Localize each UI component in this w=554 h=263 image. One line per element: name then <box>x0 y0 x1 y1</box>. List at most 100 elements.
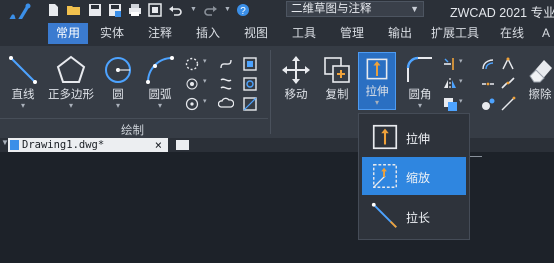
new-tab-icon[interactable] <box>176 140 189 150</box>
join-icon[interactable] <box>500 76 516 92</box>
chevron-down-icon[interactable]: ▾ <box>203 77 219 93</box>
chevron-down-icon[interactable]: ▾ <box>459 97 475 113</box>
chevron-down-icon[interactable]: ▾ <box>459 77 475 93</box>
tab-annotate[interactable]: 注释 <box>142 23 178 44</box>
chevron-down-icon[interactable]: ▾ <box>203 57 219 73</box>
drawing-canvas[interactable] <box>0 152 554 263</box>
arc-icon <box>146 56 174 84</box>
document-tab[interactable]: Drawing1.dwg* × <box>8 138 168 152</box>
copy-label: 复制 <box>325 89 349 101</box>
fillet-icon <box>406 56 432 82</box>
document-tab-bar: ▼ Drawing1.dwg* × <box>0 138 554 152</box>
open-icon[interactable] <box>66 3 82 17</box>
workspace-value: 二维草图与注释 <box>291 3 372 15</box>
explode-icon[interactable] <box>500 56 516 72</box>
scale-small-icon[interactable] <box>500 96 516 112</box>
chevron-down-icon: ▾ <box>20 101 25 110</box>
ellipse-icon[interactable] <box>184 56 200 72</box>
save-icon[interactable] <box>88 3 102 17</box>
redo-icon[interactable] <box>202 3 218 17</box>
scale-icon <box>373 164 397 188</box>
plot-preview-icon[interactable] <box>148 2 162 17</box>
copy-button[interactable]: 复制 <box>319 54 355 102</box>
new-icon[interactable] <box>46 3 60 17</box>
chevron-down-icon: ▼ <box>410 4 419 14</box>
region-icon[interactable] <box>242 96 258 112</box>
line-icon <box>9 56 37 84</box>
offset-icon[interactable] <box>480 56 496 72</box>
menu-item-scale[interactable]: 缩放 <box>362 157 466 195</box>
circle-icon <box>105 57 131 83</box>
circle-button[interactable]: 圆 ▾ <box>100 54 136 110</box>
spline-icon[interactable] <box>218 56 234 72</box>
copy-icon <box>324 57 350 83</box>
stretch-button[interactable]: 拉伸 ▾ <box>358 52 396 110</box>
chevron-down-icon: ▾ <box>374 98 379 107</box>
chevron-down-icon: ▾ <box>68 101 73 110</box>
polygon-label: 正多边形 <box>48 89 94 101</box>
tab-output[interactable]: 输出 <box>382 23 418 44</box>
draw-group-divider <box>0 118 268 119</box>
chevron-down-icon: ▾ <box>115 101 120 110</box>
dwg-file-icon <box>10 140 19 150</box>
boundary-icon[interactable] <box>242 76 258 92</box>
group-separator <box>270 50 271 134</box>
polygon-icon <box>56 55 86 83</box>
tab-home[interactable]: 常用 <box>48 23 88 44</box>
tab-extend-tools[interactable]: 扩展工具 <box>426 23 484 44</box>
menu-item-label: 拉伸 <box>406 132 431 146</box>
arc-label: 圆弧 <box>148 89 172 101</box>
stretch-dropdown-menu: 拉伸 缩放 拉长 <box>358 113 470 240</box>
menu-item-stretch[interactable]: 拉伸 <box>362 118 466 156</box>
help-icon[interactable]: ? <box>236 3 250 17</box>
rectangle-icon[interactable] <box>218 76 234 92</box>
fillet-label: 圆角 <box>408 89 432 101</box>
tab-solid[interactable]: 实体 <box>94 23 130 44</box>
erase-button[interactable]: 擦除 <box>526 54 554 102</box>
tab-insert[interactable]: 插入 <box>190 23 226 44</box>
stretch-label: 拉伸 <box>365 86 389 98</box>
line-button[interactable]: 直线 ▾ <box>4 54 42 110</box>
trim-icon[interactable] <box>442 56 458 72</box>
array-icon[interactable] <box>442 96 458 112</box>
revcloud-icon[interactable] <box>218 96 234 112</box>
chevron-down-icon[interactable]: ▾ <box>459 57 475 73</box>
workspace-select[interactable]: 二维草图与注释 ▼ <box>286 1 424 17</box>
quick-access-toolbar: ▼ ▼ ? <box>46 1 250 18</box>
tab-overflow[interactable]: A <box>538 23 554 44</box>
break-icon[interactable] <box>480 76 496 92</box>
close-icon[interactable]: × <box>155 138 162 152</box>
undo-dropdown-icon[interactable]: ▼ <box>190 3 197 17</box>
construction-line-icon[interactable] <box>184 96 200 112</box>
rotate-icon[interactable] <box>480 96 496 112</box>
stretch-icon <box>366 58 388 80</box>
tab-tools[interactable]: 工具 <box>286 23 322 44</box>
chevron-down-icon[interactable]: ▾ <box>203 97 219 113</box>
menu-item-label: 缩放 <box>406 171 431 185</box>
menu-item-label: 拉长 <box>406 211 431 225</box>
move-label: 移动 <box>284 89 308 101</box>
tab-online[interactable]: 在线 <box>494 23 530 44</box>
line-label: 直线 <box>11 89 35 101</box>
hatch-icon[interactable] <box>242 56 258 72</box>
arc-button[interactable]: 圆弧 ▾ <box>140 54 180 110</box>
save-as-icon[interactable] <box>108 3 122 17</box>
lengthen-icon <box>371 202 397 228</box>
move-button[interactable]: 移动 <box>279 54 313 102</box>
stretch-icon <box>372 124 398 150</box>
document-tab-label: Drawing1.dwg* <box>22 139 105 151</box>
circle-label: 圆 <box>112 89 124 101</box>
tab-view[interactable]: 视图 <box>238 23 274 44</box>
ribbon-tabs: 常用 实体 注释 插入 视图 工具 管理 输出 扩展工具 在线 A <box>0 19 554 46</box>
undo-icon[interactable] <box>168 3 184 17</box>
tab-manage[interactable]: 管理 <box>334 23 370 44</box>
redo-dropdown-icon[interactable]: ▼ <box>224 3 231 17</box>
fillet-button[interactable]: 圆角 ▾ <box>402 54 438 110</box>
svg-text:?: ? <box>240 6 246 17</box>
polygon-button[interactable]: 正多边形 ▾ <box>44 54 98 110</box>
menu-item-lengthen[interactable]: 拉长 <box>362 197 466 235</box>
eraser-icon <box>529 60 552 83</box>
mirror-icon[interactable] <box>442 76 458 92</box>
point-icon[interactable] <box>184 76 200 92</box>
print-icon[interactable] <box>128 3 142 17</box>
